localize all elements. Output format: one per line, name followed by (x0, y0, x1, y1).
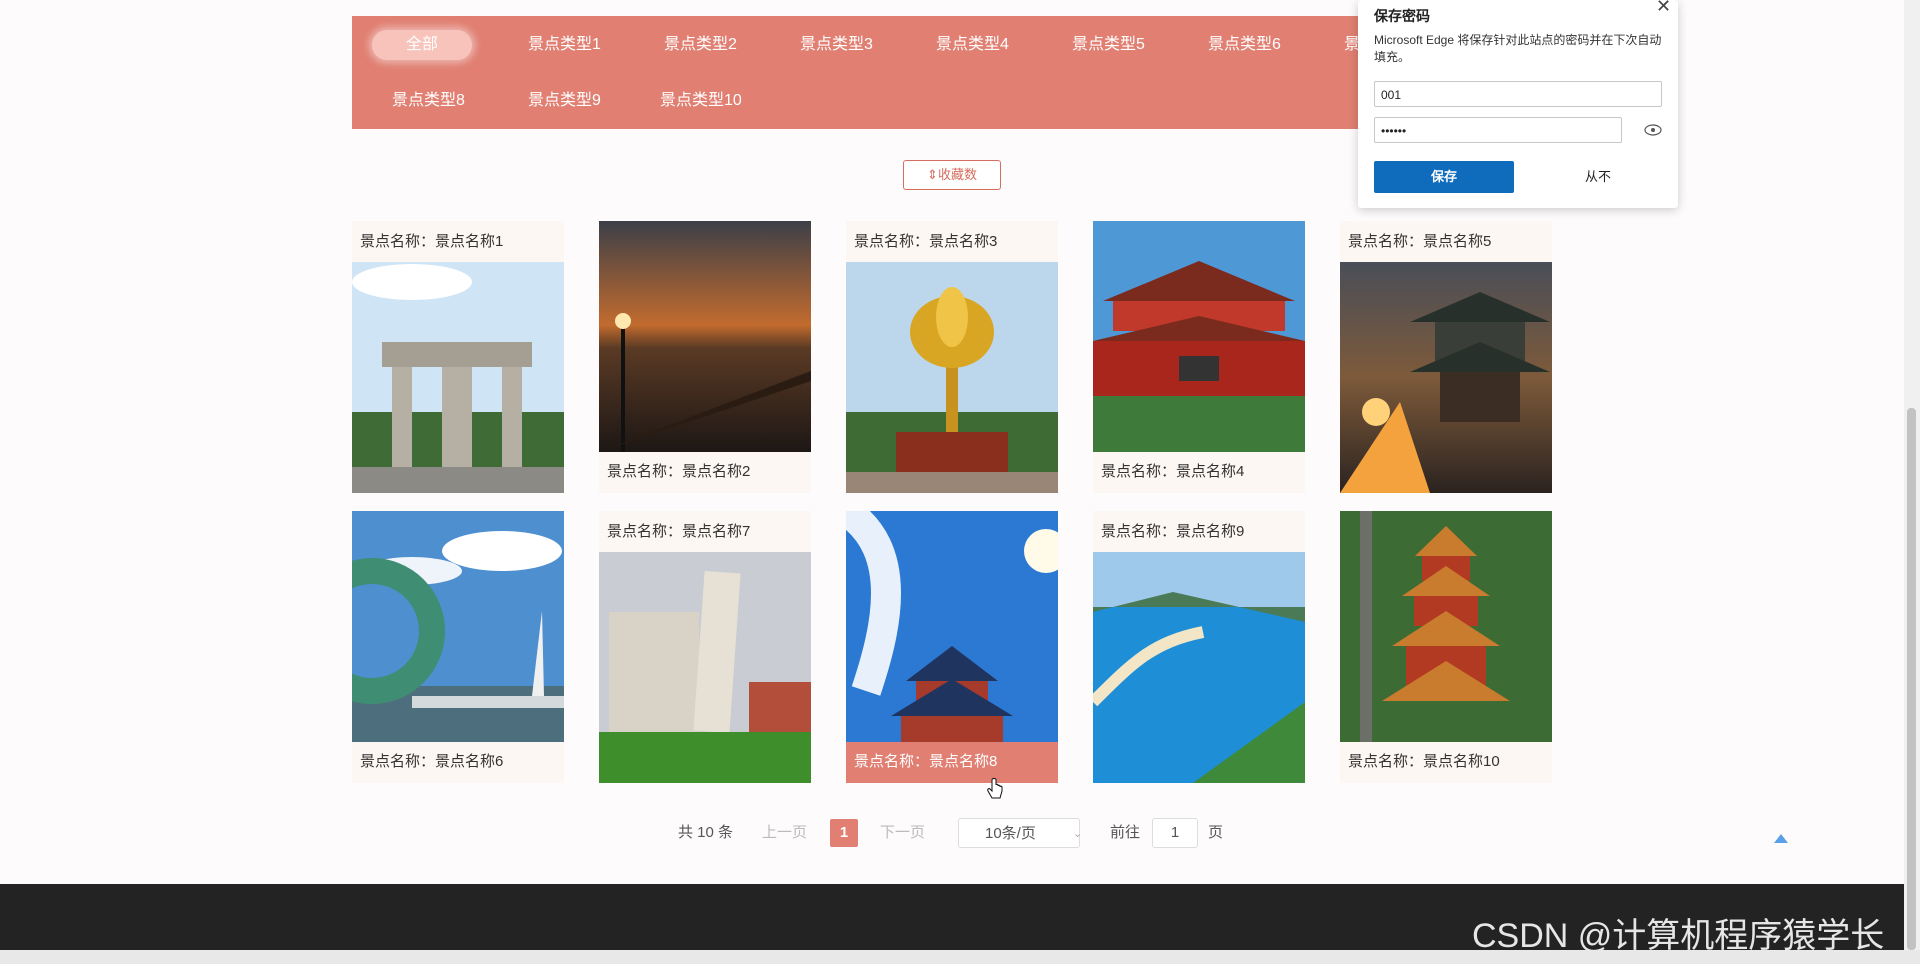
card-name: 景点名称：景点名称9 (1101, 523, 1245, 540)
card-name: 景点名称：景点名称2 (607, 463, 751, 480)
card-image (1340, 262, 1552, 493)
scenic-card-4[interactable]: 景点名称：景点名称4 (1093, 221, 1305, 493)
chevron-down-icon: ⌄ (1073, 828, 1083, 840)
category-type-4[interactable]: 景点类型4 (928, 30, 1017, 60)
pagination-total: 共 10 条 (678, 824, 734, 841)
pagination-page-1[interactable]: 1 (830, 819, 858, 847)
card-image (846, 511, 1058, 742)
category-type-10[interactable]: 景点类型10 (652, 86, 750, 116)
card-image (352, 511, 564, 742)
scenic-card-9[interactable]: 景点名称：景点名称9 (1093, 511, 1305, 783)
close-icon[interactable]: ✕ (1656, 0, 1671, 17)
save-button[interactable]: 保存 (1374, 161, 1514, 193)
card-image (352, 262, 564, 493)
never-button[interactable]: 从不 (1548, 161, 1648, 193)
category-type-6[interactable]: 景点类型6 (1200, 30, 1289, 60)
category-type-3[interactable]: 景点类型3 (792, 30, 881, 60)
card-name: 景点名称：景点名称4 (1101, 463, 1245, 480)
page-size-value: 10条/页 (985, 825, 1036, 842)
card-name: 景点名称：景点名称8 (854, 753, 998, 770)
sort-button-label: 收藏数 (937, 167, 977, 182)
scenic-card-3[interactable]: 景点名称：景点名称3 (846, 221, 1058, 493)
dialog-description: Microsoft Edge 将保存针对此站点的密码并在下次自动填充。 (1374, 33, 1662, 64)
scenic-card-8[interactable]: 景点名称：景点名称8 (846, 511, 1058, 783)
card-image (599, 221, 811, 452)
card-image (1093, 552, 1305, 783)
save-password-dialog: 保存密码 ✕ Microsoft Edge 将保存针对此站点的密码并在下次自动填… (1358, 0, 1678, 208)
category-type-5[interactable]: 景点类型5 (1064, 30, 1153, 60)
category-type-8[interactable]: 景点类型8 (384, 86, 473, 116)
password-field[interactable]: •••••• (1374, 117, 1622, 143)
horizontal-scrollbar[interactable] (0, 950, 1920, 964)
category-type-9[interactable]: 景点类型9 (520, 86, 609, 116)
card-name: 景点名称：景点名称3 (854, 233, 998, 250)
category-all[interactable]: 全部 (372, 30, 472, 60)
card-name: 景点名称：景点名称6 (360, 753, 504, 770)
eye-icon[interactable] (1644, 124, 1662, 136)
card-name: 景点名称：景点名称1 (360, 233, 504, 250)
card-image (846, 262, 1058, 493)
scenic-card-2[interactable]: 景点名称：景点名称2 (599, 221, 811, 493)
scenic-card-7[interactable]: 景点名称：景点名称7 (599, 511, 811, 783)
pagination-page-suffix: 页 (1208, 824, 1224, 841)
vertical-scrollbar-thumb[interactable] (1907, 408, 1916, 950)
scenic-card-6[interactable]: 景点名称：景点名称6 (352, 511, 564, 783)
back-to-top-icon[interactable] (1774, 834, 1788, 843)
scenic-card-1[interactable]: 景点名称：景点名称1 (352, 221, 564, 493)
pagination: 共 10 条 上一页 1 下一页 10条/页 ⌄ 前往 1 页 (0, 818, 1920, 848)
card-image (1093, 221, 1305, 452)
card-image (599, 552, 811, 783)
pagination-prev-button[interactable]: 上一页 (762, 818, 807, 848)
card-name: 景点名称：景点名称10 (1348, 753, 1500, 770)
page-size-select[interactable]: 10条/页 ⌄ (958, 818, 1083, 848)
username-field[interactable]: 001 (1374, 81, 1662, 107)
category-type-2[interactable]: 景点类型2 (656, 30, 745, 60)
pagination-goto-input[interactable]: 1 (1152, 818, 1198, 848)
scenic-card-10[interactable]: 景点名称：景点名称10 (1340, 511, 1552, 783)
sort-updown-icon: ⇕ (927, 167, 938, 182)
hand-cursor-icon (987, 778, 1003, 799)
dialog-title: 保存密码 (1374, 8, 1430, 24)
card-name: 景点名称：景点名称5 (1348, 233, 1492, 250)
pagination-goto-label: 前往 (1110, 824, 1141, 841)
sort-by-favorites-button[interactable]: ⇕收藏数 (903, 160, 1001, 190)
scenic-card-5[interactable]: 景点名称：景点名称5 (1340, 221, 1552, 493)
category-type-1[interactable]: 景点类型1 (520, 30, 609, 60)
card-name: 景点名称：景点名称7 (607, 523, 751, 540)
pagination-next-button[interactable]: 下一页 (880, 818, 925, 848)
card-image (1340, 511, 1552, 742)
